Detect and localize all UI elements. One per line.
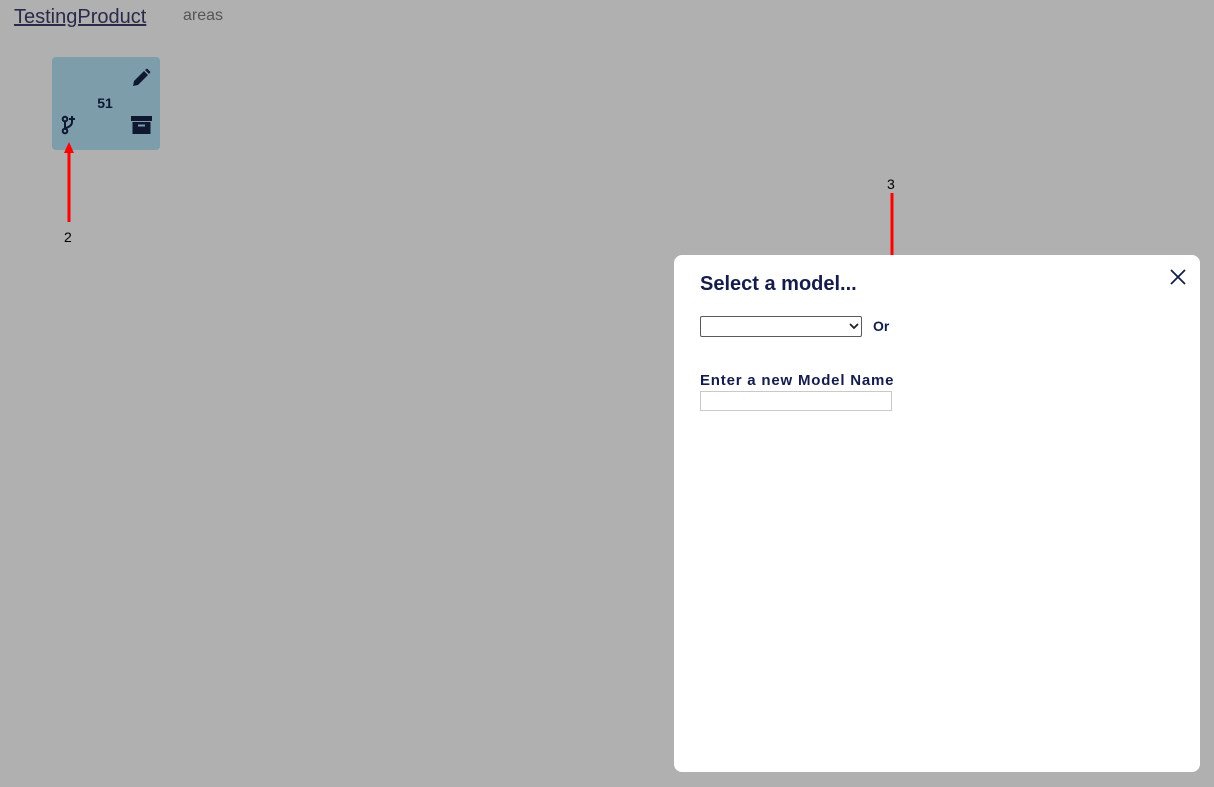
edit-icon[interactable] (131, 68, 151, 88)
new-model-name-label: Enter a new Model Name (700, 372, 895, 389)
model-select[interactable] (700, 316, 862, 337)
select-model-dialog: Select a model... Or Enter a new Model N… (674, 255, 1200, 772)
archive-icon[interactable] (131, 115, 152, 135)
branch-icon[interactable] (61, 115, 79, 135)
area-card[interactable]: 51 (52, 57, 160, 150)
annotation-arrow-up (64, 142, 74, 222)
or-label: Or (873, 318, 890, 334)
close-icon[interactable] (1168, 267, 1188, 287)
area-number: 51 (97, 95, 113, 111)
new-model-name-input[interactable] (700, 391, 892, 411)
dialog-title: Select a model... (700, 273, 857, 295)
product-title-link[interactable]: TestingProduct (14, 6, 146, 29)
annotation-label-3: 3 (887, 176, 895, 192)
annotation-label-2: 2 (64, 229, 72, 245)
areas-link[interactable]: areas (183, 7, 223, 25)
